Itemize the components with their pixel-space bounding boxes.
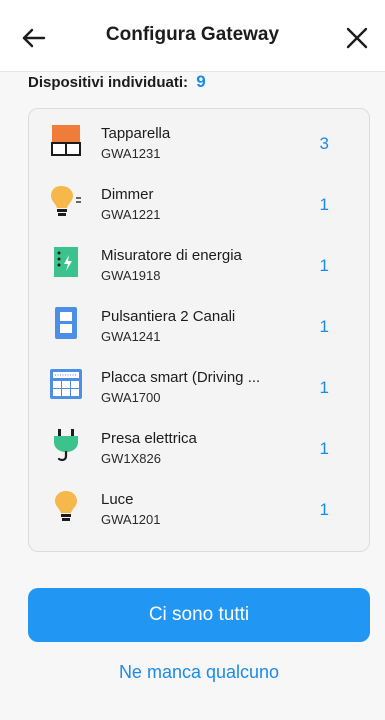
device-quantity: 1 <box>319 195 329 214</box>
list-item[interactable]: Tapparella GWA1231 3 <box>29 109 369 169</box>
device-quantity: 1 <box>319 256 329 275</box>
device-code: GWA1221 <box>101 207 161 222</box>
list-item[interactable]: Presa elettrica GW1X826 1 <box>29 414 369 474</box>
device-quantity: 1 <box>319 378 329 397</box>
devices-found-count: 9 <box>196 72 206 91</box>
list-item[interactable]: Dimmer GWA1221 1 <box>29 170 369 230</box>
device-name: Luce <box>101 491 134 508</box>
device-code: GWA1241 <box>101 329 161 344</box>
device-code: GW1X826 <box>101 451 161 466</box>
device-name: Dimmer <box>101 186 154 203</box>
app-header: Configura Gateway <box>0 0 385 72</box>
devices-found-summary: Dispositivi individuati: 9 <box>28 72 206 92</box>
device-code: GWA1700 <box>101 390 161 405</box>
close-icon[interactable] <box>343 24 371 52</box>
dimmer-bulb-icon <box>51 186 81 216</box>
device-name: Tapparella <box>101 125 171 142</box>
list-item[interactable]: Pulsantiera 2 Canali GWA1241 1 <box>29 292 369 352</box>
device-code: GWA1918 <box>101 268 161 283</box>
device-quantity: 1 <box>319 439 329 458</box>
device-name: Placca smart (Driving ... <box>101 369 261 386</box>
device-quantity: 1 <box>319 500 329 519</box>
device-list: Tapparella GWA1231 3 Dimmer GWA1221 1 Mi… <box>28 108 370 552</box>
device-code: GWA1201 <box>101 512 161 527</box>
device-name: Pulsantiera 2 Canali <box>101 308 236 325</box>
shutter-icon <box>51 125 81 156</box>
keypad-icon <box>55 307 77 339</box>
device-name: Presa elettrica <box>101 430 197 447</box>
device-quantity: 3 <box>319 134 329 153</box>
confirm-all-button[interactable]: Ci sono tutti <box>28 588 370 642</box>
list-item[interactable]: Luce GWA1201 1 <box>29 475 369 535</box>
device-code: GWA1231 <box>101 146 161 161</box>
plug-icon <box>54 429 78 462</box>
smart-plate-icon <box>50 369 82 399</box>
content-area: Dispositivi individuati: 9 Tapparella GW… <box>0 72 385 720</box>
device-name: Misuratore di energia <box>101 247 242 264</box>
missing-devices-link[interactable]: Ne manca qualcuno <box>28 662 370 692</box>
page-title: Configura Gateway <box>105 24 280 45</box>
energy-meter-icon <box>54 247 78 277</box>
bulb-icon <box>55 491 77 521</box>
list-item[interactable]: Misuratore di energia GWA1918 1 <box>29 231 369 291</box>
device-quantity: 1 <box>319 317 329 336</box>
list-item[interactable]: Placca smart (Driving ... GWA1700 1 <box>29 353 369 413</box>
devices-found-label: Dispositivi individuati: <box>28 74 189 91</box>
